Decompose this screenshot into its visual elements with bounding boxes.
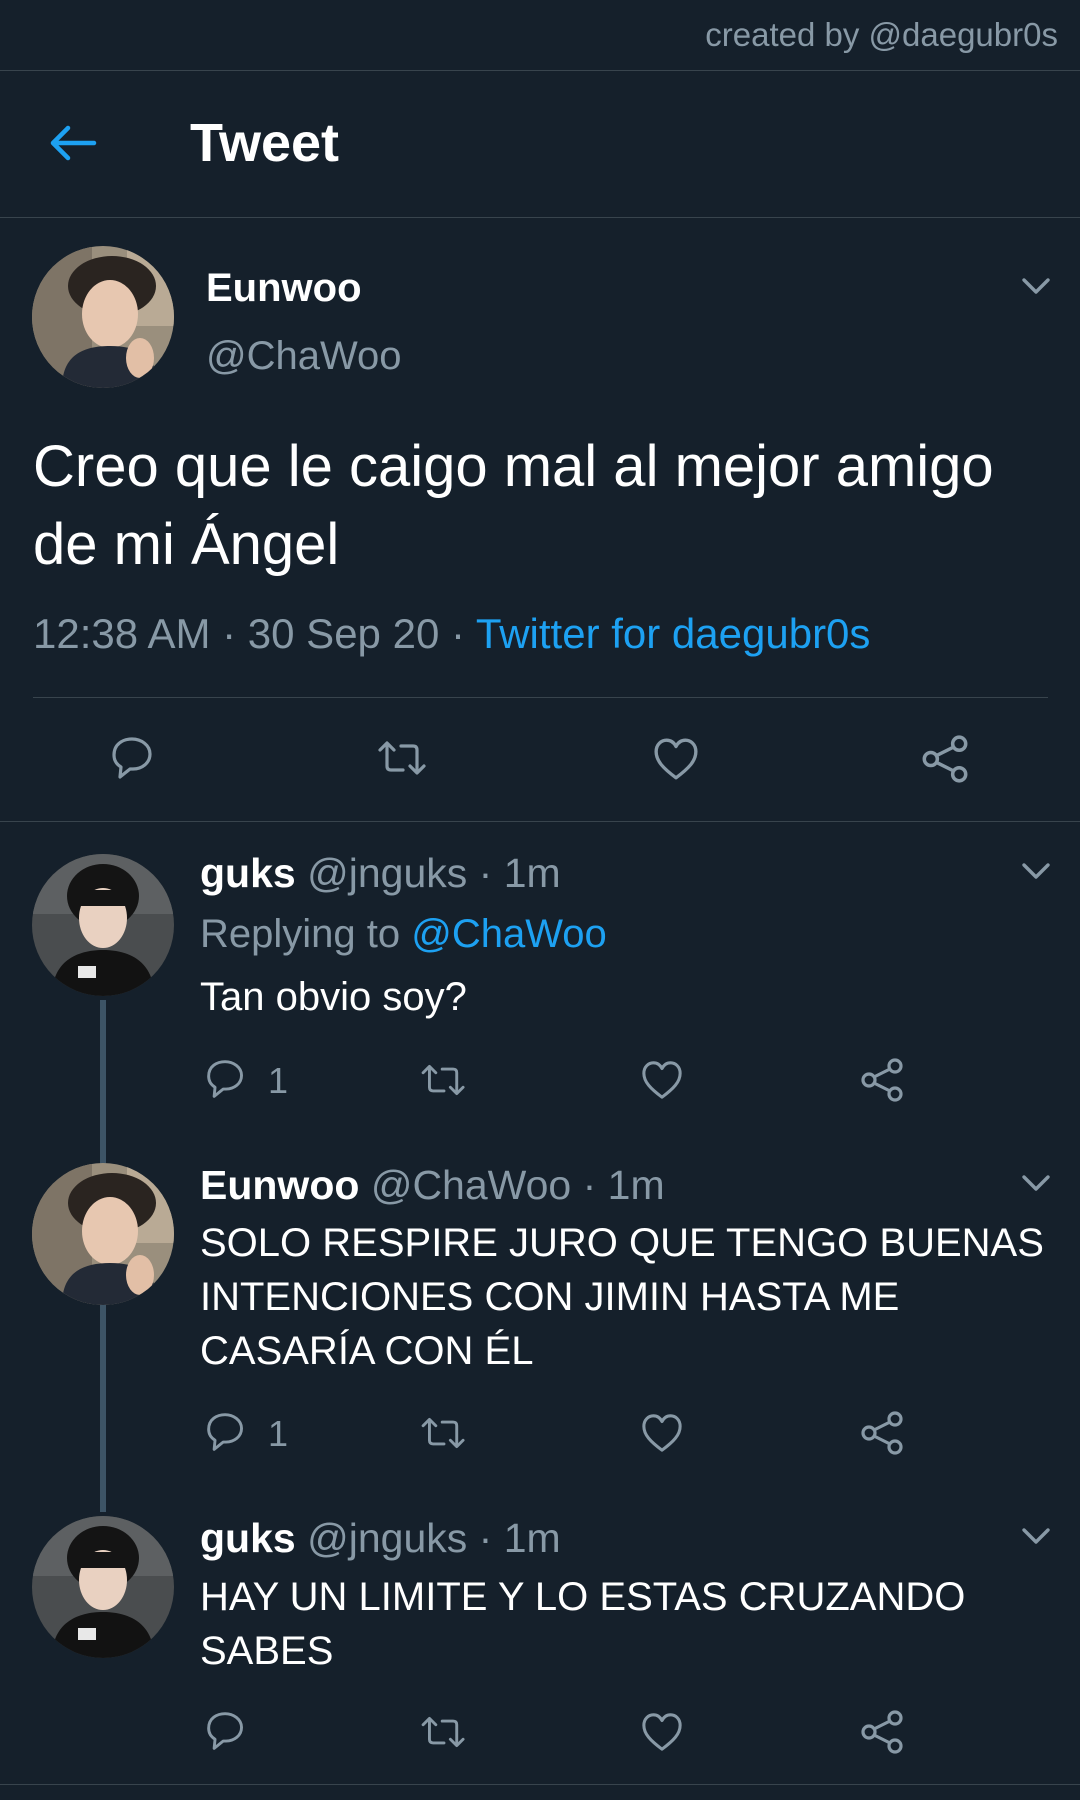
avatar[interactable] [32, 246, 174, 388]
reply-name[interactable]: guks [200, 1515, 296, 1561]
retweet-icon[interactable] [420, 1712, 468, 1752]
reply-header: Eunwoo @ChaWoo · 1m [200, 1162, 665, 1208]
reply-header: guks @jnguks · 1m [200, 850, 561, 896]
divider [0, 1784, 1080, 1785]
meta-separator: · [439, 610, 476, 657]
replying-label: Replying to [200, 912, 401, 956]
mention-link[interactable]: @ChaWoo [411, 912, 607, 956]
share-icon[interactable] [860, 1058, 904, 1102]
avatar[interactable] [32, 1516, 174, 1658]
divider [0, 821, 1080, 822]
main-tweet-text: Creo que le caigo mal al mejor amigo de … [33, 434, 994, 577]
main-tweet-name[interactable]: Eunwoo [206, 266, 362, 311]
reply-handle[interactable]: @ChaWoo [371, 1162, 571, 1208]
divider [33, 697, 1048, 698]
main-tweet-meta: 12:38 AM · 30 Sep 20 · Twitter for daegu… [33, 610, 870, 658]
retweet-icon[interactable] [378, 736, 430, 780]
like-icon[interactable] [641, 1711, 683, 1753]
like-icon[interactable] [652, 736, 700, 782]
chevron-down-icon[interactable] [1021, 277, 1051, 295]
avatar[interactable] [32, 854, 174, 996]
reply-header: guks @jnguks · 1m [200, 1515, 561, 1561]
page-title: Tweet [190, 113, 340, 173]
meta-separator: · [210, 610, 248, 657]
like-icon[interactable] [641, 1059, 683, 1101]
tweet-time: 12:38 AM [33, 610, 211, 657]
reply-time: 1m [503, 850, 561, 896]
chevron-down-icon[interactable] [1021, 1174, 1051, 1192]
main-tweet-handle[interactable]: @ChaWoo [206, 334, 402, 379]
reply-name[interactable]: Eunwoo [200, 1162, 359, 1208]
top-bar: Tweet [0, 70, 1080, 218]
tweet-source-link[interactable]: Twitter for daegubr0s [476, 610, 871, 657]
reply-text: SOLO RESPIRE JURO QUE TENGO BUENAS INTEN… [200, 1221, 1044, 1373]
credit-bar: created by @daegubr0s [0, 0, 1080, 71]
share-icon[interactable] [920, 735, 970, 783]
reply-icon[interactable] [204, 1710, 248, 1752]
avatar[interactable] [32, 1163, 174, 1305]
reply-handle[interactable]: @jnguks [307, 850, 467, 896]
reply-time: 1m [607, 1162, 665, 1208]
reply-icon[interactable] [204, 1058, 248, 1100]
reply-text: HAY UN LIMITE Y LO ESTAS CRUZANDO SABES [200, 1575, 966, 1673]
chevron-down-icon[interactable] [1021, 862, 1051, 880]
reply-icon[interactable] [204, 1411, 248, 1453]
reply-handle[interactable]: @jnguks [307, 1515, 467, 1561]
credit-text: created by @daegubr0s [705, 16, 1058, 53]
replying-to: Replying to @ChaWoo [200, 912, 607, 957]
reply-icon[interactable] [110, 735, 160, 781]
reply-count: 1 [268, 1413, 289, 1454]
retweet-icon[interactable] [420, 1060, 468, 1100]
retweet-icon[interactable] [420, 1413, 468, 1453]
chevron-down-icon[interactable] [1021, 1527, 1051, 1545]
share-icon[interactable] [860, 1411, 904, 1455]
share-icon[interactable] [860, 1710, 904, 1754]
reply-time: 1m [503, 1515, 561, 1561]
like-icon[interactable] [641, 1412, 683, 1454]
tweet-date: 30 Sep 20 [247, 610, 440, 657]
reply-text: Tan obvio soy? [200, 975, 467, 1019]
back-arrow-icon[interactable] [48, 123, 98, 163]
reply-count: 1 [268, 1060, 289, 1101]
reply-name[interactable]: guks [200, 850, 296, 896]
